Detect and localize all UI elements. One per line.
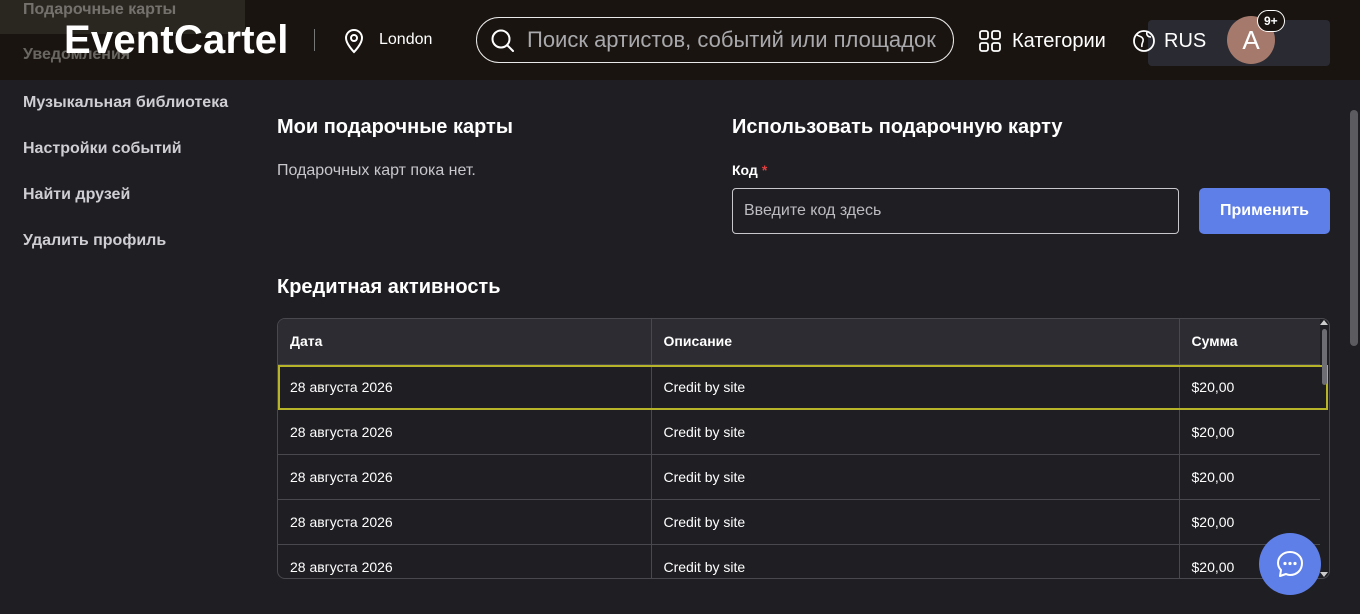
cell-date: 28 августа 2026 xyxy=(278,364,652,410)
sidebar-item-music-library[interactable]: Музыкальная библиотека xyxy=(23,94,228,112)
table-row[interactable]: 28 августа 2026 Credit by site $20,00 xyxy=(278,454,1320,500)
cell-description: Credit by site xyxy=(651,409,1180,455)
cell-date: 28 августа 2026 xyxy=(278,544,652,578)
cell-date: 28 августа 2026 xyxy=(278,409,652,455)
location-pin-icon[interactable] xyxy=(343,28,365,54)
column-header-description[interactable]: Описание xyxy=(651,319,1180,365)
location-label[interactable]: London xyxy=(379,31,432,49)
table-row[interactable]: 28 августа 2026 Credit by site $20,00 xyxy=(278,364,1320,410)
table-header-row: Дата Описание Сумма xyxy=(278,319,1320,365)
gift-code-input[interactable] xyxy=(732,188,1179,234)
sidebar-item-find-friends[interactable]: Найти друзей xyxy=(23,186,130,204)
search-icon xyxy=(491,29,514,52)
grid-icon xyxy=(979,30,1001,52)
table-row[interactable]: 28 августа 2026 Credit by site $20,00 xyxy=(278,544,1320,578)
categories-label: Категории xyxy=(1012,29,1106,52)
cell-amount: $20,00 xyxy=(1179,364,1320,410)
cell-amount: $20,00 xyxy=(1179,454,1320,500)
cell-description: Credit by site xyxy=(651,364,1180,410)
gift-cards-empty-text: Подарочных карт пока нет. xyxy=(277,162,476,179)
categories-button[interactable]: Категории xyxy=(978,28,1106,54)
cell-date: 28 августа 2026 xyxy=(278,454,652,500)
cell-description: Credit by site xyxy=(651,454,1180,500)
column-header-amount[interactable]: Сумма xyxy=(1179,319,1320,365)
header-divider xyxy=(314,29,315,51)
cell-date: 28 августа 2026 xyxy=(278,499,652,545)
brand-logo[interactable]: EventCartel xyxy=(64,17,289,63)
globe-icon xyxy=(1133,30,1155,52)
notification-badge: 9+ xyxy=(1257,10,1285,32)
gift-cards-title: Мои подарочные карты xyxy=(277,116,513,138)
language-selector[interactable]: RUS xyxy=(1132,28,1206,54)
cell-description: Credit by site xyxy=(651,499,1180,545)
code-label: Код * xyxy=(732,162,767,178)
table-scroll-down-arrow[interactable] xyxy=(1320,572,1328,577)
page-scrollbar-thumb[interactable] xyxy=(1350,110,1358,346)
table-row[interactable]: 28 августа 2026 Credit by site $20,00 xyxy=(278,499,1320,545)
code-label-text: Код xyxy=(732,162,758,178)
language-label: RUS xyxy=(1164,29,1207,52)
redeem-title: Использовать подарочную карту xyxy=(732,116,1063,138)
table-scroll-up-arrow[interactable] xyxy=(1320,320,1328,325)
credit-activity-title: Кредитная активность xyxy=(277,276,501,298)
sidebar-item-event-settings[interactable]: Настройки событий xyxy=(23,140,182,158)
sidebar-item-delete-profile[interactable]: Удалить профиль xyxy=(23,232,166,250)
search-input[interactable] xyxy=(527,26,947,54)
cell-amount: $20,00 xyxy=(1179,409,1320,455)
column-header-date[interactable]: Дата xyxy=(278,319,652,365)
credit-activity-table: Дата Описание Сумма 28 августа 2026 Cred… xyxy=(277,318,1330,579)
table-scrollbar-thumb[interactable] xyxy=(1322,329,1327,385)
required-mark: * xyxy=(761,162,768,178)
table-row[interactable]: 28 августа 2026 Credit by site $20,00 xyxy=(278,409,1320,455)
apply-button[interactable]: Применить xyxy=(1199,188,1330,234)
search-bar[interactable] xyxy=(476,17,954,63)
top-header: Подарочные карты Уведомления EventCartel… xyxy=(0,0,1360,80)
cell-description: Credit by site xyxy=(651,544,1180,578)
chat-button[interactable] xyxy=(1259,533,1321,595)
chat-bubble-icon xyxy=(1277,551,1303,577)
